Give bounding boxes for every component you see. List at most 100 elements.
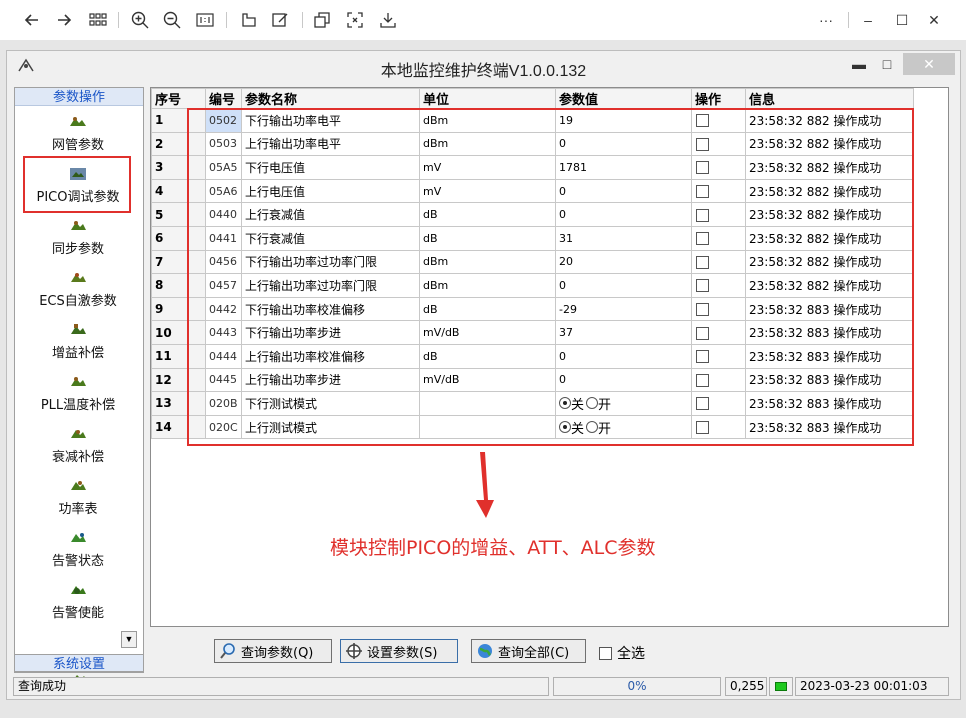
table-row[interactable]: 8 0457 上行输出功率过功率门限 dBm 0 23:58:32 882 操作成功 [151,273,914,298]
row-checkbox[interactable] [696,397,709,411]
radio-on[interactable] [586,397,599,410]
row-checkbox[interactable] [696,373,709,387]
sidebar-footer-system-settings[interactable]: 系统设置 [14,654,144,672]
radio-off[interactable] [559,421,571,434]
table-row[interactable]: 2 0503 上行输出功率电平 dBm 0 23:58:32 882 操作成功 [151,131,914,157]
row-checkbox[interactable] [696,114,709,128]
row-checkbox[interactable] [696,232,709,246]
sidebar-item-alarm-state[interactable]: 告警状态 [17,526,139,576]
row-checkbox[interactable] [696,421,709,435]
table-row[interactable]: 6 0441 下行衰减值 dB 31 23:58:32 882 操作成功 [151,225,914,251]
cell-action[interactable] [691,391,746,416]
fit-icon[interactable] [343,8,367,32]
cell-action[interactable] [691,155,746,180]
sidebar-item-ecs[interactable]: ECS自激参数 [17,266,139,316]
cell-value[interactable]: 0 [555,343,692,369]
cell-value[interactable]: 0 [555,178,692,204]
zoom-out-icon[interactable] [160,8,184,32]
cell-action[interactable] [691,131,746,157]
more-button[interactable]: ··· [814,8,838,32]
viewer-minimize-button[interactable]: – [856,8,880,32]
row-checkbox[interactable] [696,208,709,222]
row-checkbox[interactable] [696,137,709,151]
table-row[interactable]: 7 0456 下行输出功率过功率门限 dBm 20 23:58:32 882 操作成功 [151,249,914,275]
viewer-toolbar: ··· – ☐ ✕ [0,0,966,40]
cell-action[interactable] [691,320,746,345]
sidebar-item-gain[interactable]: 增益补偿 [17,318,139,368]
viewer-maximize-button[interactable]: ☐ [890,8,914,32]
cell-info: 23:58:32 882 操作成功 [745,249,914,275]
cell-action[interactable] [691,178,746,204]
sidebar-item-network[interactable]: 网管参数 [17,110,139,160]
row-checkbox[interactable] [696,350,709,364]
table-row[interactable]: 5 0440 上行衰减值 dB 0 23:58:32 882 操作成功 [151,202,914,227]
cell-action[interactable] [691,225,746,251]
actual-size-icon[interactable] [193,8,217,32]
cell-value[interactable]: 37 [555,320,692,345]
table-row[interactable]: 12 0445 上行输出功率步进 mV/dB 0 23:58:32 883 操作成功 [151,367,914,393]
sidebar-item-power[interactable]: 功率表 [17,474,139,524]
cell-value[interactable]: 0 [555,273,692,298]
cell-value[interactable]: 关开 [555,414,692,440]
app-restore-button[interactable]: □ [875,53,899,75]
row-checkbox[interactable] [696,185,709,199]
query-all-button[interactable]: 查询全部(C) [471,639,586,663]
zoom-in-icon[interactable] [128,8,152,32]
cell-value[interactable]: 0 [555,131,692,157]
cell-action[interactable] [691,249,746,275]
forward-icon[interactable] [52,8,76,32]
edit-icon[interactable] [268,8,292,32]
row-checkbox[interactable] [696,161,709,175]
table-row[interactable]: 10 0443 下行输出功率步进 mV/dB 37 23:58:32 883 操作成功 [151,320,914,345]
back-icon[interactable] [20,8,44,32]
cell-value[interactable]: -29 [555,296,692,322]
set-params-button[interactable]: 设置参数(S) [340,639,458,663]
table-row[interactable]: 11 0444 上行输出功率校准偏移 dB 0 23:58:32 883 操作成功 [151,343,914,369]
cell-value[interactable]: 31 [555,225,692,251]
row-checkbox[interactable] [696,326,709,340]
row-checkbox[interactable] [696,279,709,293]
query-params-button[interactable]: 查询参数(Q) [214,639,332,663]
sidebar-header[interactable]: 参数操作 [15,88,143,106]
select-all-checkbox[interactable]: 全选 [598,643,645,663]
cell-value[interactable]: 20 [555,249,692,275]
sidebar-item-alarm-enable[interactable]: 告警使能 [17,578,139,628]
cell-value[interactable]: 1781 [555,155,692,180]
table-row[interactable]: 13 020B 下行测试模式 关开 23:58:32 883 操作成功 [151,391,914,416]
app-minimize-button[interactable]: ▬ [847,53,871,75]
row-checkbox[interactable] [696,303,709,317]
table-row[interactable]: 4 05A6 上行电压值 mV 0 23:58:32 882 操作成功 [151,178,914,204]
row-checkbox[interactable] [696,255,709,269]
table-row[interactable]: 1 0502 下行输出功率电平 dBm 19 23:58:32 882 操作成功 [151,108,914,133]
table-row[interactable]: 3 05A5 下行电压值 mV 1781 23:58:32 882 操作成功 [151,155,914,180]
table-row[interactable]: 14 020C 上行测试模式 关开 23:58:32 883 操作成功 [151,414,914,440]
sidebar-item-label: 同步参数 [51,242,104,257]
cell-action[interactable] [691,414,746,440]
parameter-table: 序号 编号 参数名称 单位 参数值 操作 信息 1 0502 下行输出功率电平 dBm… [151,88,914,440]
save-icon[interactable] [376,8,400,32]
table-row[interactable]: 9 0442 下行输出功率校准偏移 dB -29 23:58:32 883 操作成功 [151,296,914,322]
copy-icon[interactable] [310,8,334,32]
cell-action[interactable] [691,343,746,369]
cell-action[interactable] [691,202,746,227]
sidebar-scroll-down-button[interactable]: ▼ [121,631,137,648]
app-close-button[interactable]: ✕ [903,53,955,75]
grid-icon[interactable] [86,8,110,32]
sidebar-item-pico[interactable]: PICO调试参数 [17,162,139,212]
sidebar-item-attenuation[interactable]: 衰减补偿 [17,422,139,472]
cell-value[interactable]: 关开 [555,391,692,416]
sidebar-item-pll[interactable]: PLL温度补偿 [17,370,139,420]
select-all-checkbox-box[interactable] [599,646,612,660]
cell-action[interactable] [691,296,746,322]
sidebar-item-sync[interactable]: 同步参数 [17,214,139,264]
cell-value[interactable]: 0 [555,367,692,393]
radio-off[interactable] [559,397,571,410]
radio-on[interactable] [586,421,599,434]
cell-action[interactable] [691,273,746,298]
cell-action[interactable] [691,367,746,393]
cell-action[interactable] [691,108,746,133]
cell-value[interactable]: 0 [555,202,692,227]
rotate-icon[interactable] [236,8,260,32]
viewer-close-button[interactable]: ✕ [922,8,946,32]
cell-value[interactable]: 19 [555,108,692,133]
